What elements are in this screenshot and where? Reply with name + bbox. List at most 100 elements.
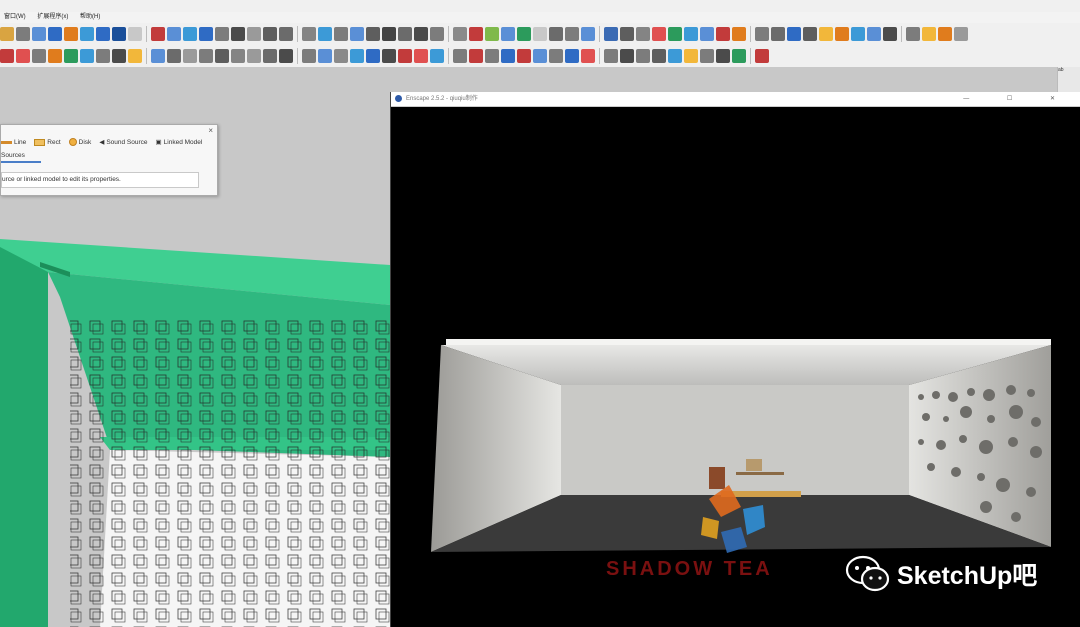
menu-extensions[interactable]: 扩展程序(x) [37,14,68,20]
toolbar-tool-icon[interactable] [199,49,213,63]
toolbar-tool-icon[interactable] [867,27,881,41]
toolbar-tool-icon[interactable] [167,27,181,41]
toolbar-tool-icon[interactable] [485,49,499,63]
toolbar-tool-icon[interactable] [350,27,364,41]
toolbar-tool-icon[interactable] [48,49,62,63]
tab-sources[interactable]: Sources [1,151,41,163]
toolbar-tool-icon[interactable] [652,49,666,63]
toolbar-tool-icon[interactable] [128,49,142,63]
toolbar-tool-icon[interactable] [732,27,746,41]
toolbar-tool-icon[interactable] [16,27,30,41]
toolbar-tool-icon[interactable] [350,49,364,63]
toolbar-tool-icon[interactable] [80,27,94,41]
toolbar-tool-icon[interactable] [247,49,261,63]
rect-type-button[interactable]: Rect [34,138,61,146]
toolbar-tool-icon[interactable] [604,27,618,41]
toolbar-tool-icon[interactable] [604,49,618,63]
toolbar-tool-icon[interactable] [835,27,849,41]
toolbar-tool-icon[interactable] [565,49,579,63]
toolbar-tool-icon[interactable] [581,49,595,63]
toolbar-tool-icon[interactable] [334,49,348,63]
toolbar-tool-icon[interactable] [684,49,698,63]
toolbar-tool-icon[interactable] [636,49,650,63]
toolbar-tool-icon[interactable] [533,27,547,41]
toolbar-tool-icon[interactable] [700,49,714,63]
toolbar-tool-icon[interactable] [0,49,14,63]
toolbar-tool-icon[interactable] [215,27,229,41]
toolbar-tool-icon[interactable] [755,49,769,63]
toolbar-tool-icon[interactable] [716,49,730,63]
toolbar-tool-icon[interactable] [906,27,920,41]
toolbar-tool-icon[interactable] [318,49,332,63]
toolbar-tool-icon[interactable] [787,27,801,41]
toolbar-tool-icon[interactable] [32,27,46,41]
toolbar-tool-icon[interactable] [112,49,126,63]
toolbar-tool-icon[interactable] [64,27,78,41]
toolbar-tool-icon[interactable] [549,27,563,41]
toolbar-tool-icon[interactable] [151,49,165,63]
toolbar-tool-icon[interactable] [954,27,968,41]
toolbar-tool-icon[interactable] [533,49,547,63]
toolbar-tool-icon[interactable] [183,49,197,63]
toolbar-tool-icon[interactable] [414,49,428,63]
toolbar-tool-icon[interactable] [382,27,396,41]
line-type-button[interactable]: Line [1,139,26,146]
toolbar-tool-icon[interactable] [199,27,213,41]
toolbar-tool-icon[interactable] [318,27,332,41]
toolbar-tool-icon[interactable] [279,27,293,41]
toolbar-tool-icon[interactable] [922,27,936,41]
toolbar-tool-icon[interactable] [382,49,396,63]
toolbar-tool-icon[interactable] [517,49,531,63]
right-panel-tab[interactable]: ab [1057,67,1080,93]
toolbar-tool-icon[interactable] [469,27,483,41]
toolbar-tool-icon[interactable] [549,49,563,63]
toolbar-tool-icon[interactable] [652,27,666,41]
toolbar-tool-icon[interactable] [430,27,444,41]
toolbar-tool-icon[interactable] [668,27,682,41]
toolbar-tool-icon[interactable] [167,49,181,63]
toolbar-tool-icon[interactable] [684,27,698,41]
menu-window[interactable]: 窗口(W) [4,14,26,20]
toolbar-tool-icon[interactable] [366,49,380,63]
toolbar-tool-icon[interactable] [469,49,483,63]
toolbar-tool-icon[interactable] [231,49,245,63]
toolbar-tool-icon[interactable] [16,49,30,63]
menu-help[interactable]: 帮助(H) [80,14,100,20]
close-icon[interactable]: × [208,126,213,135]
toolbar-tool-icon[interactable] [755,27,769,41]
toolbar-tool-icon[interactable] [64,49,78,63]
toolbar-tool-icon[interactable] [485,27,499,41]
toolbar-tool-icon[interactable] [96,27,110,41]
toolbar-tool-icon[interactable] [668,49,682,63]
toolbar-tool-icon[interactable] [32,49,46,63]
toolbar-tool-icon[interactable] [620,49,634,63]
toolbar-tool-icon[interactable] [430,49,444,63]
toolbar-tool-icon[interactable] [803,27,817,41]
toolbar-tool-icon[interactable] [414,27,428,41]
toolbar-tool-icon[interactable] [398,49,412,63]
toolbar-tool-icon[interactable] [0,27,14,41]
toolbar-tool-icon[interactable] [732,49,746,63]
toolbar-tool-icon[interactable] [128,27,142,41]
toolbar-tool-icon[interactable] [938,27,952,41]
toolbar-tool-icon[interactable] [80,49,94,63]
toolbar-tool-icon[interactable] [302,27,316,41]
toolbar-tool-icon[interactable] [96,49,110,63]
toolbar-tool-icon[interactable] [501,27,515,41]
toolbar-tool-icon[interactable] [334,27,348,41]
toolbar-tool-icon[interactable] [716,27,730,41]
sound-source-button[interactable]: ◀ Sound Source [99,138,147,147]
toolbar-tool-icon[interactable] [263,49,277,63]
toolbar-tool-icon[interactable] [517,27,531,41]
render-view[interactable]: SHADOW TEA [391,107,1080,627]
disk-type-button[interactable]: Disk [68,138,91,146]
toolbar-tool-icon[interactable] [883,27,897,41]
toolbar-tool-icon[interactable] [565,27,579,41]
toolbar-tool-icon[interactable] [453,27,467,41]
toolbar-tool-icon[interactable] [819,27,833,41]
toolbar-tool-icon[interactable] [771,27,785,41]
toolbar-tool-icon[interactable] [183,27,197,41]
toolbar-tool-icon[interactable] [636,27,650,41]
toolbar-tool-icon[interactable] [620,27,634,41]
toolbar-tool-icon[interactable] [453,49,467,63]
